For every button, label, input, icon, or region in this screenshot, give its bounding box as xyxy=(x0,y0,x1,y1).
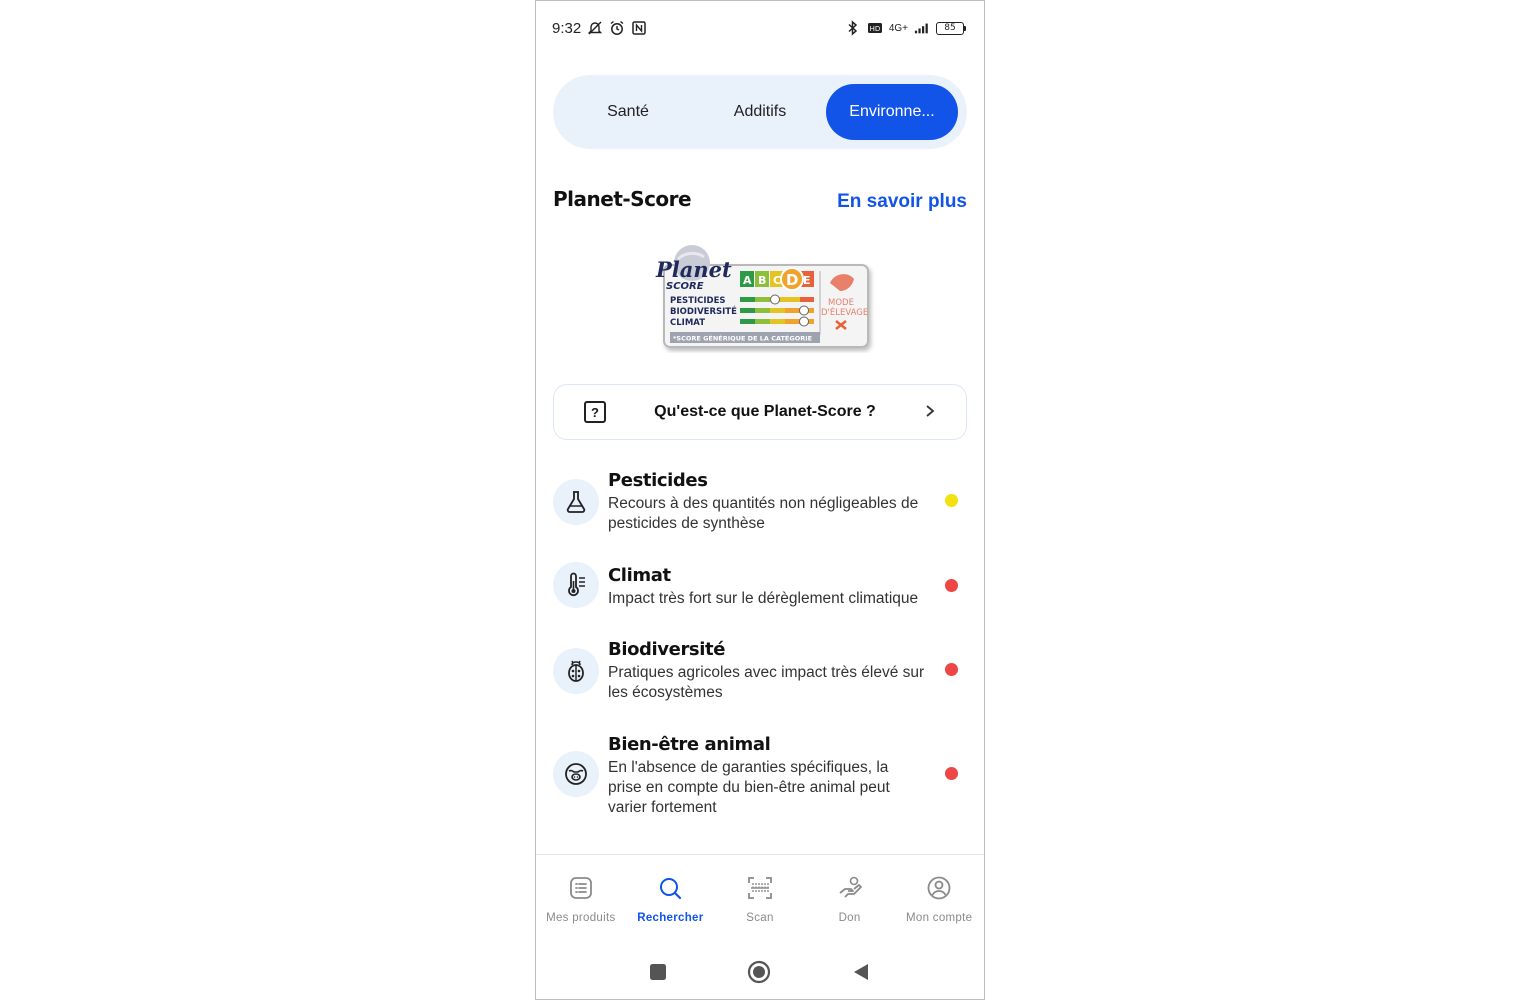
alarm-icon xyxy=(609,20,625,36)
search-icon xyxy=(657,875,683,906)
cow-icon xyxy=(553,751,599,797)
mute-icon xyxy=(587,20,603,36)
ladybug-icon xyxy=(553,648,599,694)
criteria-item-pesticides[interactable]: Pesticides Recours à des quantités non n… xyxy=(553,469,967,534)
vowifi-icon: HD xyxy=(867,20,883,36)
svg-text:B: B xyxy=(758,274,766,287)
network-type: 4G+ xyxy=(888,22,908,34)
battery-icon: 85 xyxy=(936,21,966,35)
section-title: Planet-Score xyxy=(553,187,692,211)
criteria-item-climat[interactable]: Climat Impact très fort sur le dérègleme… xyxy=(553,562,967,609)
nfc-icon xyxy=(631,20,647,36)
status-time: 9:32 xyxy=(552,19,582,37)
nav-mon-compte[interactable]: Mon compte xyxy=(894,855,984,938)
criteria-description: Impact très fort sur le dérèglement clim… xyxy=(608,590,919,607)
signal-icon xyxy=(914,20,930,36)
status-bar: 9:32 HD 4G+ 85 xyxy=(552,15,966,41)
svg-text:SCORE: SCORE xyxy=(666,281,704,292)
donate-hand-icon xyxy=(837,875,863,906)
account-icon xyxy=(926,875,952,906)
status-dot xyxy=(945,663,958,676)
back-button[interactable] xyxy=(851,962,871,987)
criteria-item-bien-etre-animal[interactable]: Bien-être animal En l'absence de garanti… xyxy=(553,733,967,818)
bluetooth-icon xyxy=(845,20,861,36)
status-dot xyxy=(945,579,958,592)
svg-text:CLIMAT: CLIMAT xyxy=(670,318,705,328)
criteria-description: En l'absence de garanties spécifiques, l… xyxy=(608,759,890,816)
recents-button[interactable] xyxy=(649,963,667,986)
svg-text:D: D xyxy=(786,271,798,289)
what-is-planet-score-card[interactable]: ? Qu'est-ce que Planet-Score ? xyxy=(553,384,967,440)
svg-text:HD: HD xyxy=(869,25,880,33)
chevron-right-icon xyxy=(924,402,936,423)
nav-scan[interactable]: Scan xyxy=(715,855,805,938)
criteria-title: Pesticides xyxy=(608,470,708,491)
criteria-title: Biodiversité xyxy=(608,639,726,660)
criteria-item-biodiversite[interactable]: Biodiversité Pratiques agricoles avec im… xyxy=(553,638,967,703)
flask-icon xyxy=(553,479,599,525)
thermometer-icon xyxy=(553,562,599,608)
question-card-label: Qu'est-ce que Planet-Score ? xyxy=(654,403,876,420)
question-icon: ? xyxy=(584,401,606,423)
nav-rechercher[interactable]: Rechercher xyxy=(626,855,716,938)
nav-mes-produits[interactable]: Mes produits xyxy=(536,855,626,938)
learn-more-link[interactable]: En savoir plus xyxy=(837,191,967,213)
tab-sante[interactable]: Santé xyxy=(562,84,694,140)
svg-text:Planet: Planet xyxy=(655,257,732,282)
criteria-title: Bien-être animal xyxy=(608,734,771,755)
criteria-description: Recours à des quantités non négligeables… xyxy=(608,495,919,532)
tab-environnement[interactable]: Environne... xyxy=(826,84,958,140)
svg-text:*SCORE GÉNÉRIQUE DE LA CATÉGOR: *SCORE GÉNÉRIQUE DE LA CATÉGORIE xyxy=(673,334,812,343)
home-button[interactable] xyxy=(747,960,771,989)
criteria-description: Pratiques agricoles avec impact très éle… xyxy=(608,664,925,701)
list-icon xyxy=(568,875,594,906)
svg-text:MODE: MODE xyxy=(828,298,854,308)
tab-additifs[interactable]: Additifs xyxy=(694,84,826,140)
segmented-tabs: Santé Additifs Environne... xyxy=(553,75,967,149)
bottom-nav: Mes produits Rechercher Scan Don Mon com… xyxy=(536,854,984,938)
svg-text:A: A xyxy=(743,274,752,287)
status-dot xyxy=(945,767,958,780)
barcode-scan-icon xyxy=(747,875,773,906)
svg-text:E: E xyxy=(803,274,811,287)
status-dot xyxy=(945,494,958,507)
svg-text:D'ÉLEVAGE: D'ÉLEVAGE xyxy=(821,306,868,318)
nav-don[interactable]: Don xyxy=(805,855,895,938)
svg-text:BIODIVERSITÉ: BIODIVERSITÉ xyxy=(670,305,737,317)
system-nav-bar xyxy=(536,951,984,997)
phone-screen: 9:32 HD 4G+ 85 Santé Additifs Environne.… xyxy=(535,0,985,1000)
svg-text:PESTICIDES: PESTICIDES xyxy=(670,296,726,306)
criteria-title: Climat xyxy=(608,565,671,586)
planet-score-logo: Planet SCORE A B C D E PESTICIDES BIODIV… xyxy=(655,245,869,348)
svg-text:C: C xyxy=(773,274,781,287)
